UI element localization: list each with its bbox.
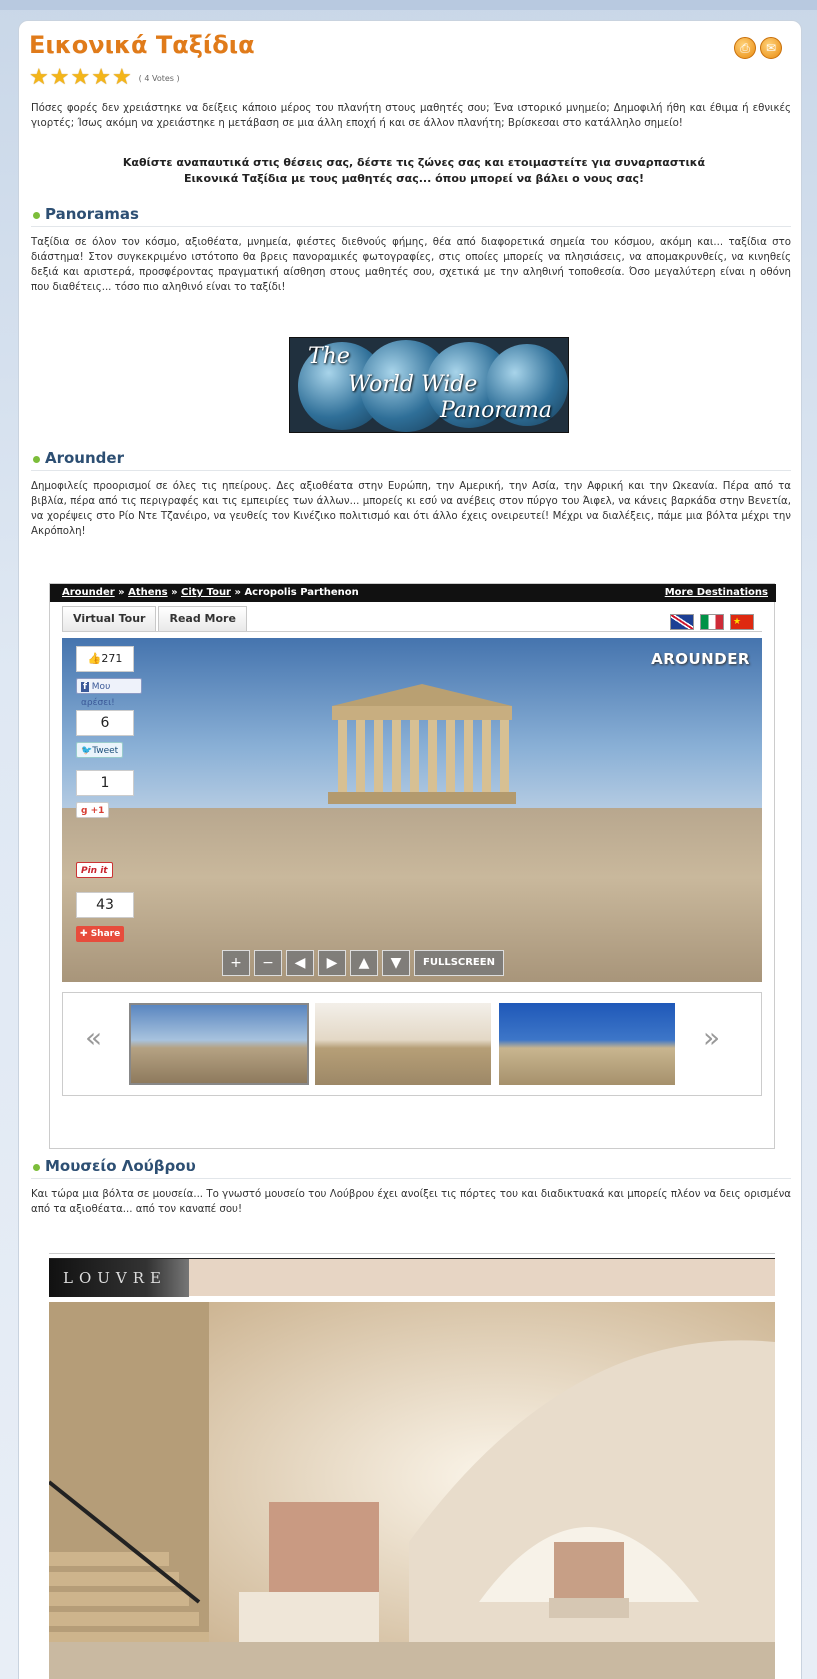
facebook-icon: f [81,682,89,692]
louvre-widget: LOUVRE [49,1253,775,1679]
uk-flag-icon[interactable] [670,614,694,630]
section-heading: Μουσείο Λούβρου [45,1157,196,1175]
breadcrumb-arounder[interactable]: Arounder [62,587,115,598]
article-card: Εικονικά Ταξίδια ⎙ ✉ ★ ★ ★ ★ ★ ( 4 Votes… [18,20,802,1679]
share-count: 43 [76,892,134,918]
thumbs-up-icon: 👍 [87,652,102,665]
louvre-logo: LOUVRE [49,1259,189,1297]
pan-down-icon[interactable]: ▼ [382,950,410,976]
bullet-icon [33,1164,40,1171]
world-wide-panorama-banner[interactable]: The World Wide Panorama [289,337,569,433]
rating[interactable]: ★ ★ ★ ★ ★ ( 4 Votes ) [29,67,180,89]
panorama-controls: + − ◀ ▶ ▲ ▼ FULLSCREEN [222,950,504,976]
section-panoramas: Panoramas [31,205,791,227]
widget-tabs: Virtual Tour Read More [62,606,249,632]
banner-text-panorama: Panorama [440,398,552,423]
share-label: Share [90,929,121,939]
parthenon-image [328,684,516,804]
star-icon[interactable]: ★ [70,67,90,89]
fullscreen-button[interactable]: FULLSCREEN [414,950,504,976]
callout-text: Καθίστε αναπαυτικά στις θέσεις σας, δέστ… [122,156,706,185]
pan-right-icon[interactable]: ▶ [318,950,346,976]
star-icon[interactable]: ★ [29,67,49,89]
share-button[interactable]: ✚ Share [76,926,125,942]
pan-up-icon[interactable]: ▲ [350,950,378,976]
bullet-icon [33,212,40,219]
tab-virtual-tour[interactable]: Virtual Tour [62,606,157,632]
tab-divider [62,631,762,632]
intro-text: Πόσες φορές δεν χρειάστηκε να δείξεις κά… [31,103,791,129]
vote-count: ( 4 Votes ) [138,73,180,83]
tweet-button[interactable]: 🐦Tweet [76,742,124,758]
tweet-count: 6 [76,710,134,736]
more-destinations-link[interactable]: More Destinations [665,584,768,602]
arounder-text: Δημοφιλείς προορισμοί σε όλες τις ηπείρο… [31,481,791,537]
breadcrumb-current: Acropolis Parthenon [244,587,359,598]
panoramas-text: Ταξίδια σε όλον τον κόσμο, αξιοθέατα, μν… [31,237,791,293]
gplus-count: 1 [76,770,134,796]
breadcrumb-separator: » [118,587,125,598]
section-heading: Arounder [45,449,124,467]
banner-text-the: The [308,344,350,369]
gplus-icon: g [81,806,88,816]
twitter-bird-icon: 🐦 [81,746,93,756]
section-arounder: Arounder [31,449,791,471]
star-icon[interactable]: ★ [91,67,111,89]
thumbnail-parthenon-3[interactable] [499,1003,675,1085]
breadcrumb-separator: » [171,587,178,598]
thumbnail-parthenon-1[interactable] [129,1003,309,1085]
arounder-widget: Arounder » Athens » City Tour » Acropoli… [49,583,776,1149]
louvre-text: Και τώρα μια βόλτα σε μουσεία... Το γνωσ… [31,1189,791,1215]
breadcrumb-separator: » [234,587,241,598]
like-count: 👍271 [76,646,134,672]
thumbnail-parthenon-2[interactable] [315,1003,491,1085]
share-icon: ✚ [80,929,88,939]
facebook-like-button[interactable]: f Μου αρέσει! [76,678,142,708]
breadcrumb-athens[interactable]: Athens [128,587,168,598]
page-title: Εικονικά Ταξίδια [29,31,255,59]
star-icon[interactable]: ★ [50,67,70,89]
banner-text-world-wide: World Wide [348,372,478,397]
gplus-label: +1 [90,806,105,816]
like-count-value: 271 [101,652,123,665]
pinterest-button[interactable]: Pin it [76,862,113,878]
parthenon-panorama[interactable]: AROUNDER 👍271 f Μου αρέσει! 6 🐦Tweet 1 g… [62,638,762,982]
next-arrow-icon[interactable]: » [703,1021,720,1054]
louvre-panorama[interactable] [49,1302,775,1679]
star-icon[interactable]: ★ [112,67,132,89]
section-louvre: Μουσείο Λούβρου [31,1157,791,1179]
bullet-icon [33,456,40,463]
arounder-brand: AROUNDER [651,650,750,668]
louvre-header: LOUVRE [49,1258,775,1297]
print-icon[interactable]: ⎙ [734,37,756,59]
tweet-label: Tweet [92,746,119,756]
section-heading: Panoramas [45,205,139,223]
china-flag-icon[interactable]: ★ [730,614,754,630]
pan-left-icon[interactable]: ◀ [286,950,314,976]
tab-read-more[interactable]: Read More [158,606,247,632]
email-icon[interactable]: ✉ [760,37,782,59]
zoom-in-icon[interactable]: + [222,950,250,976]
prev-arrow-icon[interactable]: « [85,1021,102,1054]
breadcrumb: Arounder » Athens » City Tour » Acropoli… [50,584,776,602]
italy-flag-icon[interactable] [700,614,724,630]
gplus-button[interactable]: g +1 [76,802,110,818]
breadcrumb-city-tour[interactable]: City Tour [181,587,231,598]
social-share-bar: 👍271 f Μου αρέσει! 6 🐦Tweet 1 g +1 Pin i… [62,638,142,958]
top-strip [0,0,817,10]
thumbnail-strip: « » [62,992,762,1096]
louvre-crypt-image [49,1302,775,1679]
zoom-out-icon[interactable]: − [254,950,282,976]
